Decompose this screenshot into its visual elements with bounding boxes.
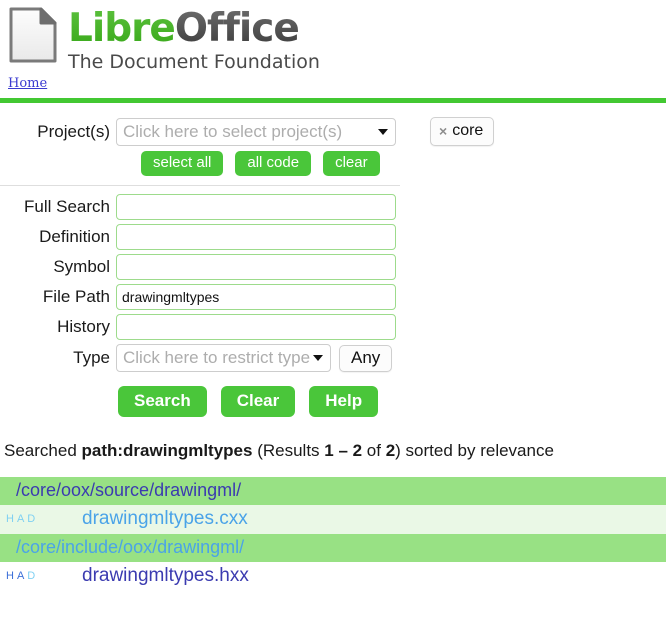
project-select[interactable]: Click here to select project(s) [116, 117, 396, 146]
logo-libre-text: Libre [68, 6, 176, 51]
project-row: Project(s) Click here to select project(… [0, 117, 666, 146]
summary-total: 2 [385, 441, 396, 460]
summary-range: 1 – 2 [324, 441, 363, 460]
nav-link-home[interactable]: Home [8, 76, 47, 91]
summary-of: of [362, 441, 386, 460]
results-summary: Searched path:drawingmltypes (Results 1 … [0, 417, 666, 461]
libreoffice-logo: LibreOffice The Document Foundation [0, 0, 666, 73]
file-path-row: File Path [0, 284, 666, 310]
definition-label: Definition [39, 227, 110, 246]
logo-text: LibreOffice The Document Foundation [68, 6, 320, 74]
file-link[interactable]: drawingmltypes.hxx [58, 565, 249, 587]
project-quick-buttons: select all all code clear [0, 151, 666, 176]
help-button[interactable]: Help [309, 386, 379, 417]
chevron-down-icon [313, 355, 323, 361]
result-directory-row: /core/include/oox/drawingml/ [0, 534, 666, 562]
directory-link[interactable]: /core/include/oox/drawingml/ [16, 537, 244, 557]
history-row: History [0, 314, 666, 340]
directory-link[interactable]: /core/oox/source/drawingml/ [16, 480, 241, 500]
project-placeholder: Click here to select project(s) [123, 121, 343, 141]
full-search-row: Full Search [0, 194, 666, 220]
flag-h[interactable]: H [6, 513, 16, 525]
search-button[interactable]: Search [118, 386, 207, 417]
select-all-button[interactable]: select all [141, 151, 224, 176]
clear-button[interactable]: Clear [220, 386, 296, 417]
type-placeholder: Click here to restrict type [123, 348, 311, 367]
history-input[interactable] [116, 314, 396, 340]
clear-projects-button[interactable]: clear [323, 151, 380, 176]
page-header: LibreOffice The Document Foundation [0, 0, 666, 73]
type-label: Type [73, 348, 110, 367]
form-action-buttons: Search Clear Help [0, 386, 666, 417]
symbol-input[interactable] [116, 254, 396, 280]
chevron-down-icon [378, 128, 388, 135]
summary-query: path:drawingmltypes [81, 441, 253, 460]
flag-d[interactable]: D [27, 513, 37, 525]
project-tag-label: core [452, 122, 484, 139]
table-row: HAD drawingmltypes.cxx [0, 505, 666, 534]
summary-results-open: (Results [252, 441, 325, 460]
type-select[interactable]: Click here to restrict type [116, 344, 331, 372]
symbol-label: Symbol [53, 257, 110, 276]
any-button[interactable]: Any [339, 344, 393, 372]
form-divider [0, 185, 400, 186]
logo-tagline: The Document Foundation [68, 51, 320, 73]
summary-suffix: ) sorted by relevance [395, 441, 554, 460]
file-flags: HAD [0, 513, 58, 525]
logo-office-text: Office [174, 6, 300, 51]
summary-prefix: Searched [4, 441, 82, 460]
symbol-row: Symbol [0, 254, 666, 280]
close-icon[interactable]: × [439, 123, 447, 139]
result-directory-row: /core/oox/source/drawingml/ [0, 477, 666, 505]
flag-a[interactable]: A [17, 513, 26, 525]
full-search-label: Full Search [24, 197, 110, 216]
file-link[interactable]: drawingmltypes.cxx [58, 508, 248, 530]
definition-row: Definition [0, 224, 666, 250]
file-flags: HAD [0, 570, 58, 582]
logo-title: LibreOffice [68, 8, 320, 50]
flag-a[interactable]: A [17, 570, 26, 582]
flag-d[interactable]: D [27, 570, 37, 582]
all-code-button[interactable]: all code [235, 151, 312, 176]
definition-input[interactable] [116, 224, 396, 250]
file-path-label: File Path [42, 287, 110, 306]
full-search-input[interactable] [116, 194, 396, 220]
history-label: History [57, 317, 110, 336]
document-icon [8, 6, 58, 64]
type-row: Type Click here to restrict type Any [0, 344, 666, 372]
search-form: Project(s) Click here to select project(… [0, 103, 666, 417]
breadcrumb: Home [0, 70, 666, 96]
flag-h[interactable]: H [6, 570, 16, 582]
results-list: /core/oox/source/drawingml/ HAD drawingm… [0, 477, 666, 591]
file-path-input[interactable] [116, 284, 396, 310]
project-tag-core[interactable]: × core [430, 117, 495, 146]
project-label: Project(s) [37, 121, 110, 141]
table-row: HAD drawingmltypes.hxx [0, 562, 666, 591]
